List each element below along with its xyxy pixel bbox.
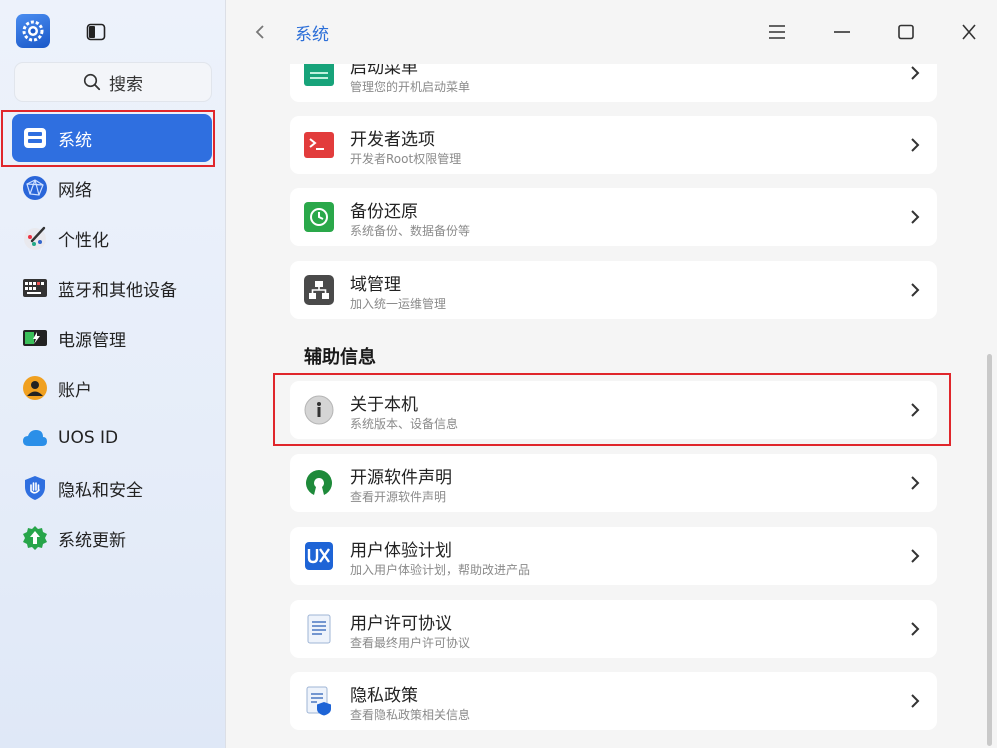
sidebar-toggle-icon[interactable] — [86, 23, 106, 41]
chevron-right-icon — [911, 403, 920, 417]
search-input[interactable]: 搜索 — [14, 62, 212, 102]
sidebar-item-label: 蓝牙和其他设备 — [58, 280, 177, 301]
card-subtitle: 管理您的开机启动菜单 — [350, 80, 471, 94]
sidebar-item-system[interactable]: 系统 — [12, 114, 212, 162]
card-license[interactable]: 用户许可协议 查看最终用户许可协议 — [290, 600, 937, 658]
card-title: 隐私政策 — [350, 686, 418, 706]
card-title: 用户许可协议 — [350, 614, 452, 634]
sidebar: 搜索 系统 网络 个性化 蓝牙和其他设备 电源管理 账户 UOS ID 隐私和安… — [0, 0, 226, 748]
search-icon — [83, 73, 101, 91]
cloud-icon — [22, 425, 48, 451]
card-privacy-policy[interactable]: 隐私政策 查看隐私政策相关信息 — [290, 672, 937, 730]
card-subtitle: 查看开源软件声明 — [350, 490, 447, 504]
sidebar-item-label: 网络 — [58, 180, 92, 201]
menu-icon[interactable] — [765, 20, 789, 44]
minimize-icon[interactable] — [830, 20, 854, 44]
card-title: 开发者选项 — [350, 130, 435, 150]
license-icon — [304, 614, 334, 644]
control-center-logo — [16, 14, 50, 48]
sidebar-item-bluetooth[interactable]: 蓝牙和其他设备 — [12, 264, 212, 312]
sidebar-item-label: 系统 — [58, 130, 92, 151]
open-source-icon — [304, 468, 334, 498]
sidebar-item-label: UOS ID — [58, 428, 119, 448]
personalization-icon — [22, 225, 48, 251]
section-title: 辅助信息 — [304, 347, 376, 368]
system-icon — [22, 125, 48, 151]
search-placeholder: 搜索 — [109, 74, 143, 95]
sidebar-item-label: 个性化 — [58, 230, 109, 251]
chevron-right-icon — [911, 66, 920, 80]
scrollbar[interactable] — [987, 354, 992, 746]
sidebar-item-uos-id[interactable]: UOS ID — [12, 414, 212, 462]
card-title: 关于本机 — [350, 395, 418, 415]
sidebar-item-personalization[interactable]: 个性化 — [12, 214, 212, 262]
card-open-source[interactable]: 开源软件声明 查看开源软件声明 — [290, 454, 937, 512]
backup-icon — [304, 202, 334, 232]
card-title: 域管理 — [350, 275, 401, 295]
card-subtitle: 系统备份、数据备份等 — [350, 224, 471, 238]
card-subtitle: 查看隐私政策相关信息 — [350, 708, 471, 722]
main-panel: 启动菜单 管理您的开机启动菜单 系统 开发者选项 开发者Root权限管理 备份还… — [227, 0, 997, 748]
terminal-icon — [304, 130, 334, 160]
card-subtitle: 加入用户体验计划，帮助改进产品 — [350, 563, 531, 577]
back-arrow-icon[interactable] — [249, 20, 271, 44]
sidebar-item-update[interactable]: 系统更新 — [12, 514, 212, 562]
power-icon — [22, 325, 48, 351]
card-title: 开源软件声明 — [350, 468, 452, 488]
chevron-right-icon — [911, 549, 920, 563]
card-subtitle: 开发者Root权限管理 — [350, 152, 462, 166]
titlebar: 系统 — [227, 0, 997, 64]
privacy-shield-icon — [22, 475, 48, 501]
sidebar-item-privacy[interactable]: 隐私和安全 — [12, 464, 212, 512]
sidebar-item-power[interactable]: 电源管理 — [12, 314, 212, 362]
card-backup-restore[interactable]: 备份还原 系统备份、数据备份等 — [290, 188, 937, 246]
chevron-right-icon — [911, 210, 920, 224]
card-subtitle: 系统版本、设备信息 — [350, 417, 459, 431]
chevron-right-icon — [911, 622, 920, 636]
card-user-experience[interactable]: 用户体验计划 加入用户体验计划，帮助改进产品 — [290, 527, 937, 585]
sidebar-item-label: 隐私和安全 — [58, 480, 143, 501]
page-title: 系统 — [295, 25, 329, 45]
card-domain-management[interactable]: 域管理 加入统一运维管理 — [290, 261, 937, 319]
card-title: 备份还原 — [350, 202, 418, 222]
card-developer-options[interactable]: 开发者选项 开发者Root权限管理 — [290, 116, 937, 174]
ux-icon — [304, 541, 334, 571]
card-subtitle: 加入统一运维管理 — [350, 297, 447, 311]
close-icon[interactable] — [957, 20, 981, 44]
chevron-right-icon — [911, 138, 920, 152]
sidebar-item-label: 系统更新 — [58, 530, 126, 551]
privacy-policy-icon — [304, 686, 334, 716]
maximize-icon[interactable] — [894, 20, 918, 44]
sidebar-item-label: 账户 — [58, 380, 92, 401]
chevron-right-icon — [911, 694, 920, 708]
update-icon — [22, 525, 48, 551]
chevron-right-icon — [911, 283, 920, 297]
sidebar-item-label: 电源管理 — [58, 330, 126, 351]
sidebar-item-account[interactable]: 账户 — [12, 364, 212, 412]
bluetooth-devices-icon — [22, 275, 48, 301]
info-icon — [304, 395, 334, 425]
sidebar-item-network[interactable]: 网络 — [12, 164, 212, 212]
domain-icon — [304, 275, 334, 305]
card-subtitle: 查看最终用户许可协议 — [350, 636, 471, 650]
chevron-right-icon — [911, 476, 920, 490]
card-title: 用户体验计划 — [350, 541, 452, 561]
card-about[interactable]: 关于本机 系统版本、设备信息 — [290, 381, 937, 439]
account-icon — [22, 375, 48, 401]
network-icon — [22, 175, 48, 201]
